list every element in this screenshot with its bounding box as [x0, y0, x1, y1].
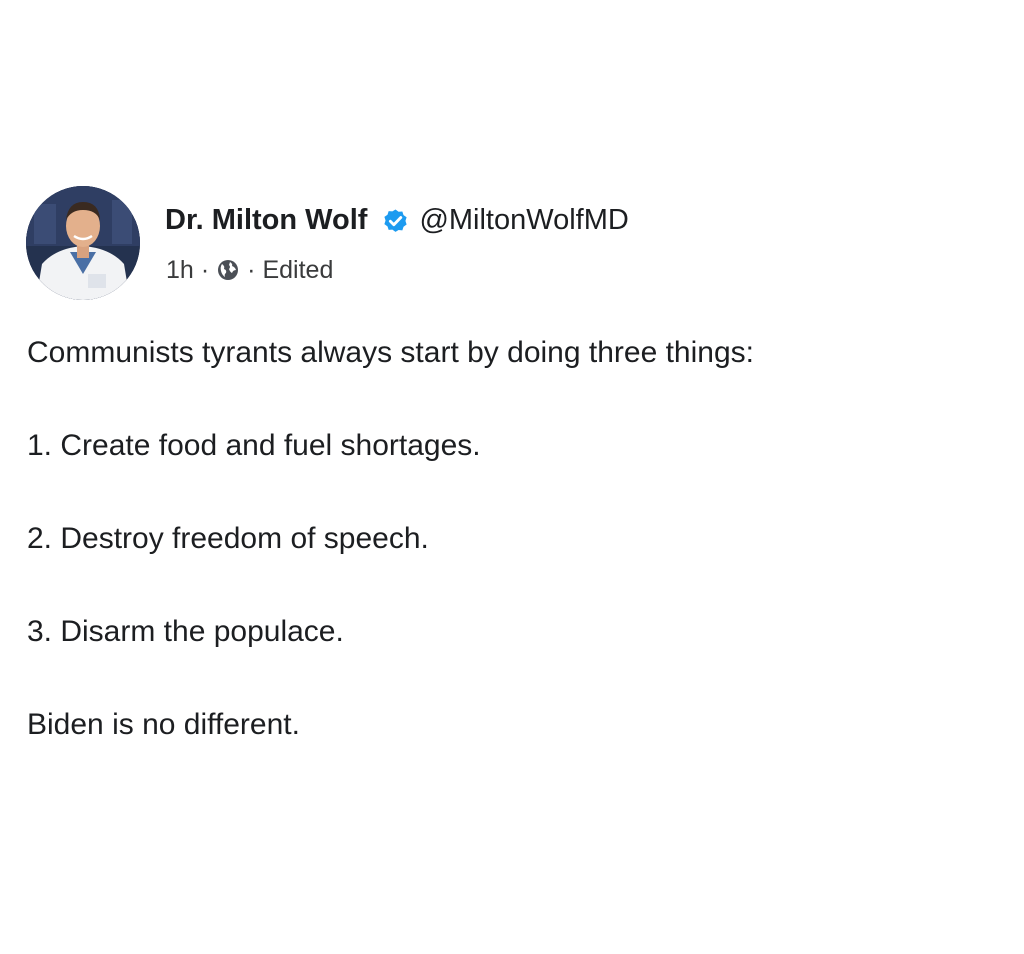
- avatar-photo: [26, 186, 140, 300]
- post-header: Dr. Milton Wolf @MiltonWolfMD: [165, 198, 629, 242]
- post-list-item: 2. Destroy freedom of speech.: [27, 522, 429, 555]
- globe-icon[interactable]: [216, 258, 240, 282]
- post-list-item: 1. Create food and fuel shortages.: [27, 429, 481, 462]
- edited-label[interactable]: Edited: [262, 256, 333, 285]
- meta-separator: ·: [247, 255, 256, 284]
- post-meta: 1h · · Edited: [166, 252, 333, 288]
- post-timestamp[interactable]: 1h: [166, 256, 194, 285]
- post-body: Communists tyrants always start by doing…: [27, 330, 1007, 795]
- post-paragraph: Biden is no different.: [27, 708, 300, 741]
- verified-badge-icon: [380, 205, 411, 236]
- post-list-item: 3. Disarm the populace.: [27, 615, 344, 648]
- post-paragraph: Communists tyrants always start by doing…: [27, 336, 754, 369]
- meta-separator: ·: [200, 255, 210, 284]
- avatar[interactable]: [26, 186, 140, 300]
- social-post: Dr. Milton Wolf @MiltonWolfMD 1h · · Edi…: [0, 0, 1024, 954]
- author-name[interactable]: Dr. Milton Wolf: [165, 204, 367, 237]
- author-handle[interactable]: @MiltonWolfMD: [419, 204, 628, 237]
